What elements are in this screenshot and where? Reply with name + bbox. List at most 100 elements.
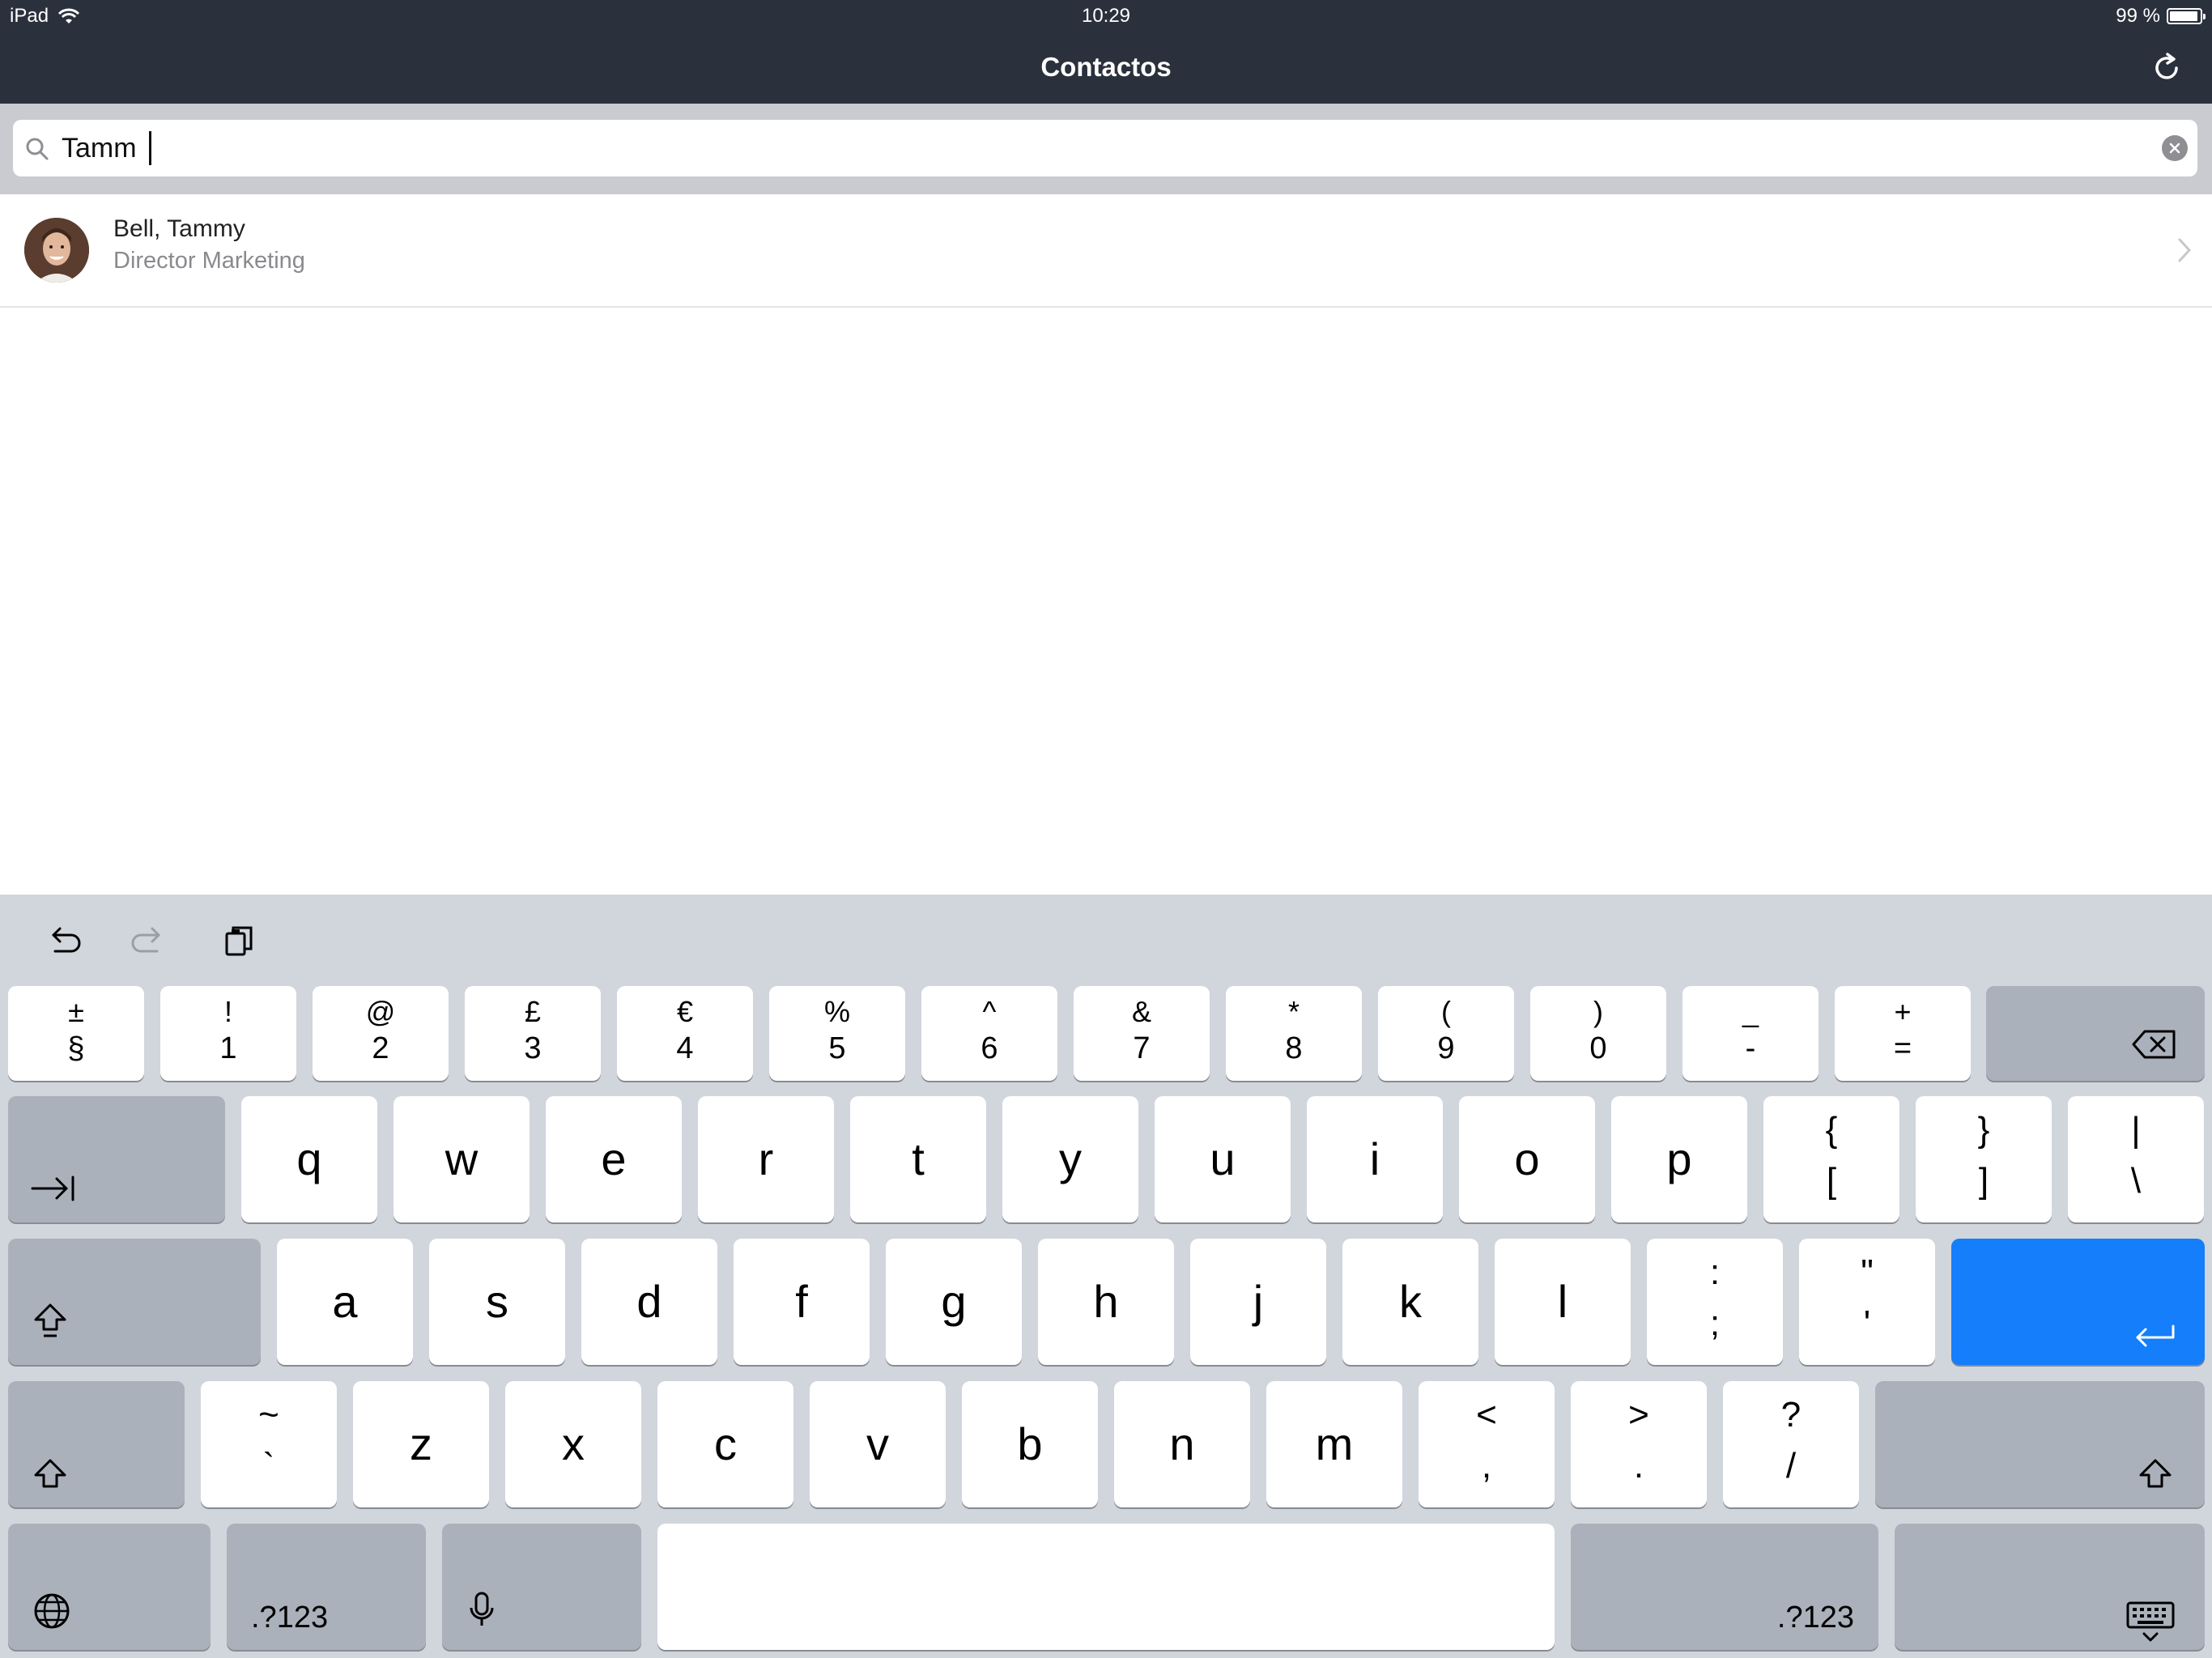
battery-percent: 99 % — [2116, 5, 2160, 27]
microphone-icon — [470, 1592, 494, 1626]
key-6[interactable]: ^ 6 — [921, 986, 1057, 1081]
key-7[interactable]: & 7 — [1074, 986, 1210, 1081]
key-=[interactable]: + = — [1835, 986, 1971, 1081]
search-field-container[interactable] — [13, 120, 2197, 176]
paste-icon — [225, 926, 253, 956]
key-k[interactable]: k — [1342, 1239, 1478, 1365]
key-label: ) — [1593, 995, 1603, 1028]
key-label: f — [795, 1276, 808, 1327]
key-y[interactable]: y — [1002, 1096, 1138, 1222]
key-g[interactable]: g — [886, 1239, 1022, 1365]
return-key[interactable] — [1951, 1239, 2205, 1365]
clear-search-button[interactable] — [2162, 135, 2188, 161]
contact-row[interactable]: Bell, Tammy Director Marketing — [0, 194, 2212, 308]
key-label: ; — [1709, 1303, 1721, 1343]
key-label: e — [601, 1133, 627, 1184]
key-label: i — [1369, 1133, 1380, 1184]
refresh-button[interactable] — [2147, 49, 2186, 87]
backspace-icon — [2132, 1030, 2176, 1059]
key-label: . — [1633, 1446, 1644, 1486]
key-i[interactable]: i — [1307, 1096, 1443, 1222]
key-x[interactable]: x — [505, 1381, 641, 1507]
globe-key[interactable] — [8, 1524, 211, 1650]
key-\[interactable]: | \ — [2068, 1096, 2204, 1222]
key-§[interactable]: ± § — [8, 986, 144, 1081]
key-label: : — [1709, 1252, 1721, 1292]
key-o[interactable]: o — [1459, 1096, 1595, 1222]
key-label: " — [1861, 1252, 1874, 1292]
key-label: 4 — [676, 1031, 694, 1065]
key-n[interactable]: n — [1114, 1381, 1250, 1507]
key-d[interactable]: d — [581, 1239, 717, 1365]
delete-key[interactable] — [1986, 986, 2205, 1081]
key-[[interactable]: {[ — [1763, 1096, 1899, 1222]
key-b[interactable]: b — [962, 1381, 1098, 1507]
search-input[interactable] — [62, 125, 2134, 172]
key-'[interactable]: " ' — [1799, 1239, 1935, 1365]
key-label: 7 — [1133, 1031, 1151, 1065]
shift-right-key[interactable] — [1875, 1381, 2205, 1507]
key-l[interactable]: l — [1495, 1239, 1631, 1365]
key-/[interactable]: ? / — [1723, 1381, 1859, 1507]
key-label: > — [1628, 1395, 1649, 1435]
avatar — [24, 218, 89, 283]
key-label: } — [1977, 1110, 1990, 1150]
redo-icon — [131, 927, 160, 953]
page-title: Contactos — [1040, 52, 1172, 82]
key-v[interactable]: v — [810, 1381, 946, 1507]
undo-button[interactable] — [42, 920, 83, 961]
key-8[interactable]: * 8 — [1226, 986, 1362, 1081]
shift-left-key[interactable] — [8, 1381, 185, 1507]
key-f[interactable]: f — [734, 1239, 870, 1365]
key-3[interactable]: £3 — [465, 986, 601, 1081]
key-j[interactable]: j — [1190, 1239, 1326, 1365]
key-t[interactable]: t — [850, 1096, 986, 1222]
key-s[interactable]: s — [429, 1239, 565, 1365]
key-p[interactable]: p — [1611, 1096, 1747, 1222]
key-5[interactable]: % 5 — [769, 986, 905, 1081]
key-1[interactable]: ! 1 — [160, 986, 296, 1081]
undo-icon — [52, 927, 81, 953]
key-backtick[interactable]: ~ ` — [201, 1381, 337, 1507]
key-label: s — [486, 1276, 508, 1327]
key-label: \ — [2130, 1161, 2142, 1201]
key-0[interactable]: ) 0 — [1530, 986, 1666, 1081]
key-label: 9 — [1437, 1031, 1455, 1065]
key-;[interactable]: :; — [1647, 1239, 1783, 1365]
key--[interactable]: _ - — [1682, 986, 1819, 1081]
key-,[interactable]: <, — [1419, 1381, 1555, 1507]
key-.[interactable]: >. — [1571, 1381, 1707, 1507]
tab-key[interactable] — [8, 1096, 225, 1222]
key-m[interactable]: m — [1266, 1381, 1402, 1507]
key-][interactable]: }] — [1916, 1096, 2052, 1222]
dismiss-keyboard-key[interactable] — [1895, 1524, 2205, 1650]
key-label: j — [1253, 1276, 1264, 1327]
key-a[interactable]: a — [277, 1239, 413, 1365]
dictation-key[interactable] — [442, 1524, 641, 1650]
key-u[interactable]: u — [1155, 1096, 1291, 1222]
key-z[interactable]: z — [353, 1381, 489, 1507]
key-label: q — [296, 1133, 322, 1184]
key-label: w — [445, 1133, 479, 1184]
key-w[interactable]: w — [393, 1096, 530, 1222]
key-q[interactable]: q — [241, 1096, 377, 1222]
key-label: ` — [262, 1446, 275, 1486]
key-c[interactable]: c — [657, 1381, 793, 1507]
redo-button[interactable] — [130, 920, 170, 961]
key-h[interactable]: h — [1038, 1239, 1174, 1365]
key-e[interactable]: e — [546, 1096, 682, 1222]
key-label: * — [1287, 995, 1300, 1028]
key-label: x — [562, 1418, 585, 1469]
key-label: o — [1514, 1133, 1540, 1184]
numbers-key-left[interactable]: .?123 — [227, 1524, 426, 1650]
numbers-key-right[interactable]: .?123 — [1571, 1524, 1878, 1650]
space-key[interactable] — [657, 1524, 1555, 1650]
paste-button[interactable] — [219, 920, 259, 961]
key-r[interactable]: r — [698, 1096, 834, 1222]
key-2[interactable]: @2 — [313, 986, 449, 1081]
caps-lock-key[interactable] — [8, 1239, 261, 1365]
key-label: 0 — [1589, 1031, 1607, 1065]
key-4[interactable]: €4 — [617, 986, 753, 1081]
shift-icon — [2139, 1459, 2172, 1488]
key-9[interactable]: (9 — [1378, 986, 1514, 1081]
